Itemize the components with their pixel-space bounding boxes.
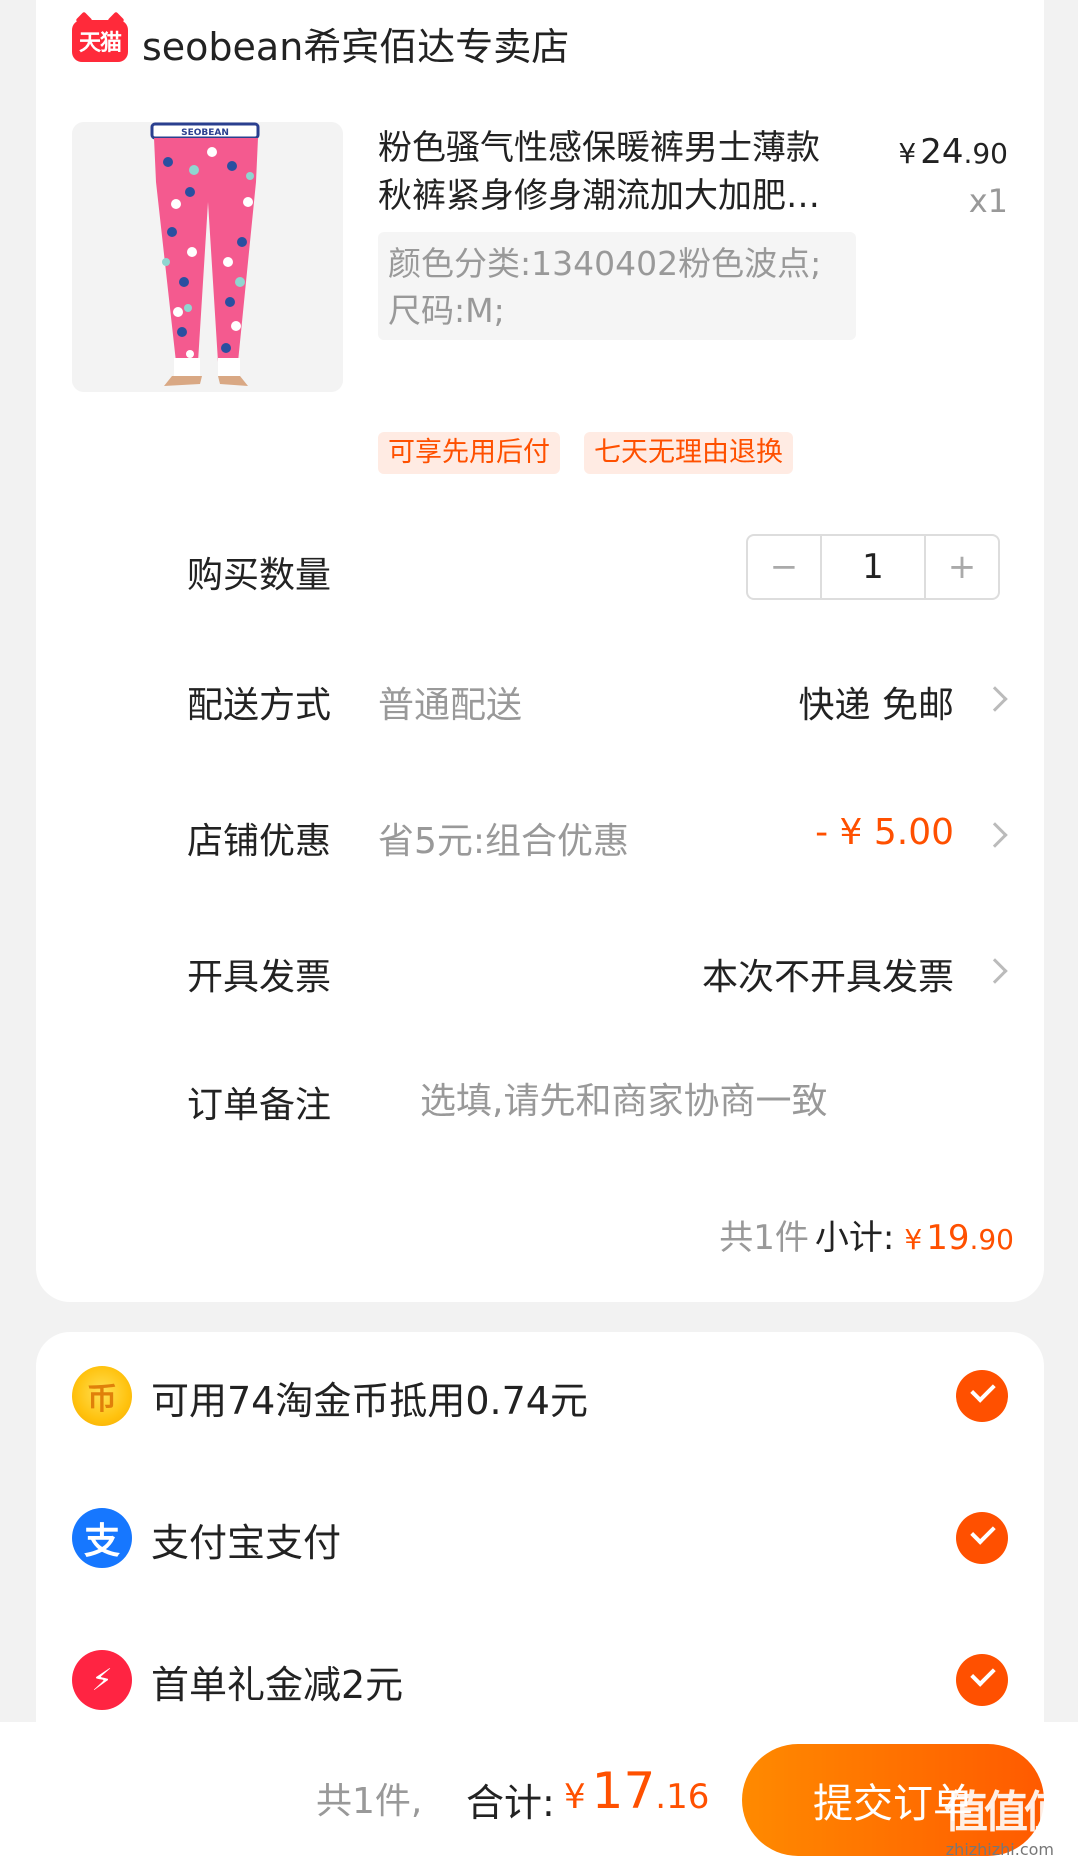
subtotal-label: 小计: <box>814 1218 895 1258</box>
invoice-value[interactable]: 本次不开具发票 <box>702 948 954 1000</box>
sku-selector[interactable]: 颜色分类:1340402粉色波点;尺码:M; <box>378 232 856 340</box>
product-title[interactable]: 粉色骚气性感保暖裤男士薄款秋裤紧身修身潮流加大加肥男士秋裤 <box>378 124 848 220</box>
total-symbol: ¥ <box>564 1777 586 1817</box>
quantity-label: 购买数量 <box>187 555 332 596</box>
chevron-right-icon[interactable] <box>982 958 1008 984</box>
subtotal-dec: .90 <box>969 1223 1014 1256</box>
decrement-button[interactable]: − <box>748 536 820 598</box>
checkout-bar: 共1件, 合计: ¥17.16 提交订单 值值值 zhizhizhi.com <box>0 1722 1078 1873</box>
lightning-icon: ⚡ <box>72 1650 132 1710</box>
tmall-logo-icon: 天猫 <box>72 20 128 62</box>
quantity-value[interactable]: 1 <box>820 536 926 598</box>
first-order-label: 首单礼金减2元 <box>151 1663 404 1707</box>
remark-input[interactable] <box>420 1072 1000 1130</box>
total-label: 合计: <box>466 1781 555 1825</box>
pants-illustration: SEOBEAN <box>72 122 343 392</box>
total-int: 17 <box>591 1762 656 1820</box>
chevron-right-icon[interactable] <box>982 686 1008 712</box>
alipay-icon: 支 <box>72 1508 132 1568</box>
discount-desc: 省5元:组合优惠 <box>378 821 630 862</box>
total-amount: ¥17.16 <box>564 1762 709 1820</box>
price-symbol: ¥ <box>898 137 917 170</box>
subtotal-symbol: ¥ <box>904 1223 923 1256</box>
alipay-label: 支付宝支付 <box>151 1521 342 1565</box>
chevron-right-icon[interactable] <box>982 822 1008 848</box>
total-dec: .16 <box>655 1777 710 1817</box>
increment-button[interactable]: + <box>926 536 998 598</box>
watermark: 值值值 <box>944 1787 1068 1838</box>
watermark-url: zhizhizhi.com <box>945 1840 1054 1859</box>
first-order-check-icon[interactable] <box>956 1654 1008 1706</box>
coin-deduction-label: 可用74淘金币抵用0.74元 <box>151 1379 588 1423</box>
product-image[interactable]: SEOBEAN <box>72 122 343 392</box>
quantity-stepper[interactable]: − 1 + <box>746 534 1000 600</box>
discount-value[interactable]: - ¥ 5.00 <box>815 812 954 853</box>
invoice-label: 开具发票 <box>187 957 332 998</box>
unit-price: ¥24.90 <box>898 132 1008 172</box>
coin-check-icon[interactable] <box>956 1370 1008 1422</box>
payment-card: 币 可用74淘金币抵用0.74元 支 支付宝支付 ⚡ 首单礼金减2元 <box>36 1332 1044 1752</box>
price-dec: .90 <box>963 137 1008 170</box>
subtotal-int: 19 <box>926 1218 970 1258</box>
delivery-type: 普通配送 <box>378 685 523 726</box>
delivery-value[interactable]: 快递 免邮 <box>799 676 954 728</box>
store-name[interactable]: seobean希宾佰达专卖店 <box>142 16 569 71</box>
delivery-label: 配送方式 <box>187 685 332 726</box>
discount-label: 店铺优惠 <box>187 821 332 862</box>
total-count: 共1件, <box>316 1781 423 1822</box>
subtotal: 共1件 小计: ¥19.90 <box>719 1210 1014 1259</box>
order-card: 天猫 seobean希宾佰达专卖店 SEOBEAN 粉色骚气性感保暖裤男士薄款秋… <box>36 0 1044 1302</box>
waistband-brand: SEOBEAN <box>181 128 229 138</box>
price-int: 24 <box>920 132 964 172</box>
subtotal-count: 共1件 <box>719 1218 809 1258</box>
subtotal-amount: ¥19.90 <box>894 1218 1014 1258</box>
remark-label: 订单备注 <box>187 1085 332 1126</box>
tag-seven-day-return: 七天无理由退换 <box>584 432 793 474</box>
tmall-badge-text: 天猫 <box>78 31 122 56</box>
gold-coin-icon: 币 <box>72 1366 132 1426</box>
alipay-check-icon[interactable] <box>956 1512 1008 1564</box>
item-quantity: x1 <box>968 182 1008 220</box>
tag-pay-later: 可享先用后付 <box>378 432 560 474</box>
